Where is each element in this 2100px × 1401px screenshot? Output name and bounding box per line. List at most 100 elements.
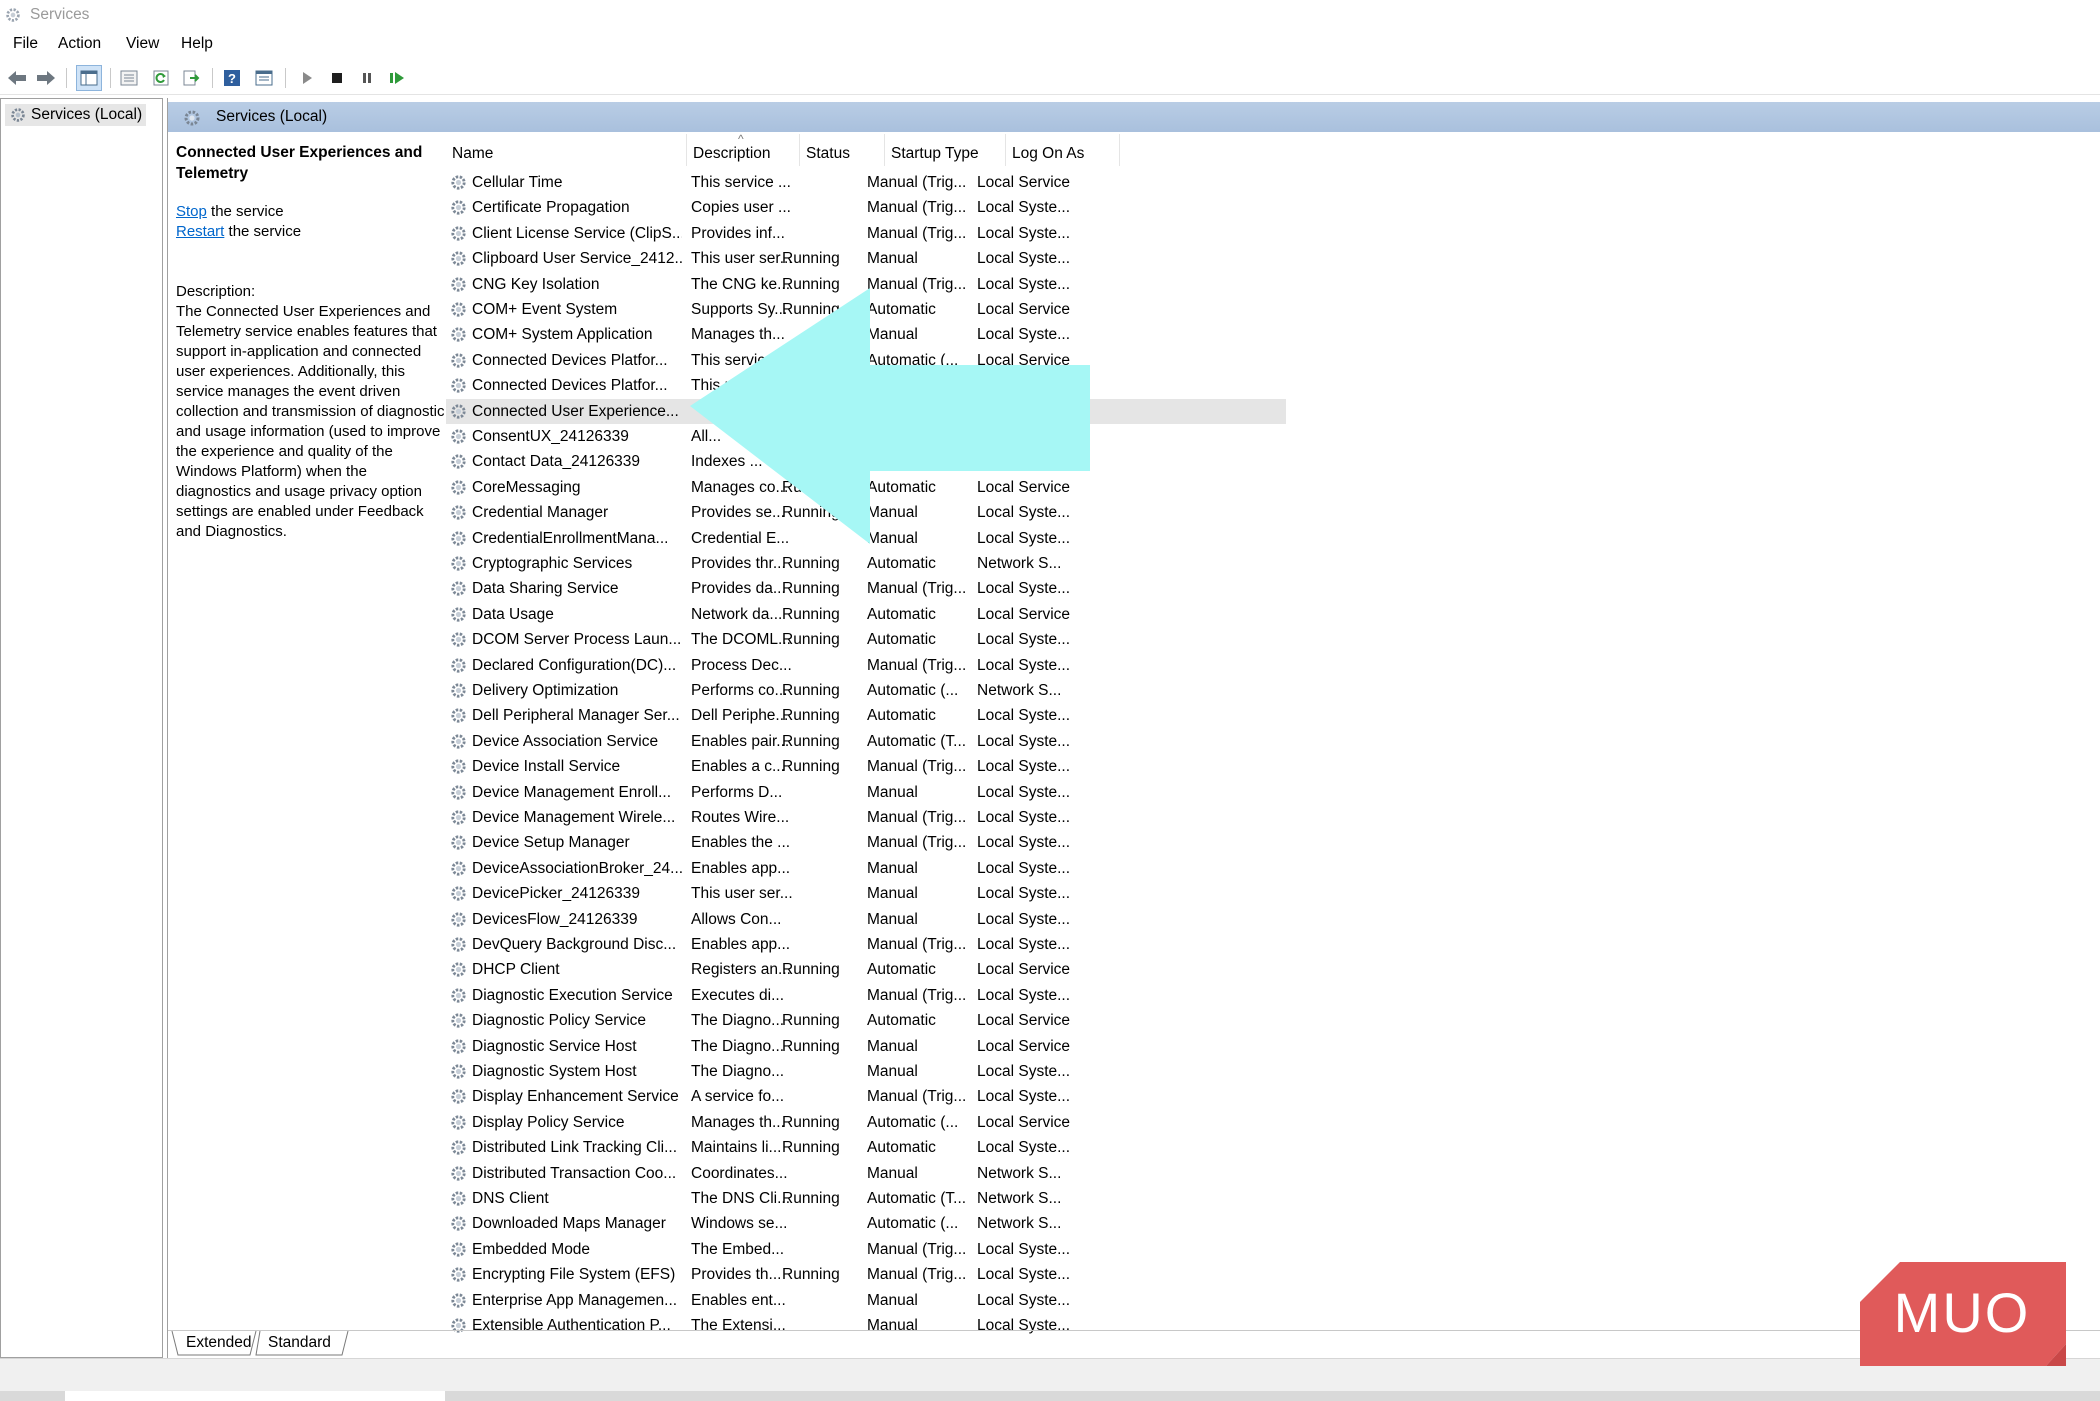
service-description: Enables app... <box>691 936 791 953</box>
table-row[interactable]: Certificate Propagation Copies user ... Ma… <box>446 195 1286 220</box>
table-row[interactable]: DevQuery Background Disc... Enables app..… <box>446 932 1286 957</box>
pause-icon[interactable] <box>354 65 380 91</box>
service-gear-icon <box>449 757 468 776</box>
table-row[interactable]: Diagnostic Policy Service The Diagno... Ru… <box>446 1008 1286 1033</box>
export-icon[interactable] <box>178 65 204 91</box>
service-status: Running <box>782 1037 840 1055</box>
table-row[interactable]: Diagnostic Service Host The Diagno... Runn… <box>446 1034 1286 1059</box>
service-startup-type: Manual <box>867 1164 918 1182</box>
table-row[interactable]: Device Association Service Enables pair..… <box>446 729 1286 754</box>
table-row[interactable]: DNS Client The DNS Cli... Running Automatic… <box>446 1186 1286 1211</box>
service-log-on-as: Local Service <box>977 1113 1071 1131</box>
table-row[interactable]: DeviceAssociationBroker_24... Enables app… <box>446 856 1286 881</box>
stop-link[interactable]: Stop <box>176 203 207 220</box>
column-header-log-on-as[interactable]: Log On As <box>1006 134 1120 166</box>
service-status: Running <box>782 555 840 572</box>
table-row[interactable]: Dell Peripheral Manager Ser... Dell Perip… <box>446 703 1286 728</box>
table-row[interactable]: Device Management Enroll... Performs D...… <box>446 780 1286 805</box>
service-gear-icon <box>449 249 468 268</box>
service-gear-icon <box>449 427 468 446</box>
service-name: Encrypting File System (EFS) <box>472 1266 676 1284</box>
toolbar: ? <box>0 62 2100 95</box>
menu-file[interactable]: File <box>13 35 38 53</box>
tab-standard[interactable]: Standard <box>260 1331 339 1355</box>
service-description: Allows Con... <box>691 910 782 928</box>
column-header-startup-type[interactable]: Startup Type <box>885 134 1006 166</box>
console-tree-icon[interactable] <box>76 65 102 91</box>
table-row[interactable]: Distributed Transaction Coo... Coordinate… <box>446 1161 1286 1186</box>
restart-link[interactable]: Restart <box>176 223 224 240</box>
restart-icon[interactable] <box>384 65 410 91</box>
column-header-name[interactable]: Name <box>446 134 687 166</box>
services-pane: Services (Local) Connected User Experien… <box>167 98 2100 1358</box>
properties-icon[interactable] <box>116 65 142 91</box>
table-row[interactable]: Device Install Service Enables a c... Runn… <box>446 754 1286 779</box>
service-log-on-as: Local Service <box>977 961 1071 979</box>
menu-view[interactable]: View <box>126 35 159 53</box>
service-name: Enterprise App Managemen... <box>472 1291 678 1309</box>
service-startup-type: Manual (Trig... <box>867 1266 967 1284</box>
table-row[interactable]: Extensible Authentication P... The Extens… <box>446 1313 1286 1338</box>
table-row[interactable]: Diagnostic Execution Service Executes di.… <box>446 983 1286 1008</box>
table-row[interactable]: Data Sharing Service Provides da... Runnin… <box>446 576 1286 601</box>
table-row[interactable]: Cryptographic Services Provides thr... Run… <box>446 551 1286 576</box>
service-gear-icon <box>449 910 468 929</box>
stop-link-suffix: the service <box>206 203 284 220</box>
column-header-status[interactable]: Status <box>800 134 885 166</box>
table-row[interactable]: Encrypting File System (EFS) Provides th.… <box>446 1262 1286 1287</box>
table-row[interactable]: DCOM Server Process Laun... The DCOML... R… <box>446 627 1286 652</box>
service-name: Data Sharing Service <box>472 580 619 598</box>
forward-icon[interactable] <box>33 65 59 91</box>
service-name: Embedded Mode <box>472 1240 591 1258</box>
table-row[interactable]: Display Policy Service Manages th... Runni… <box>446 1110 1286 1135</box>
stop-icon[interactable] <box>324 65 350 91</box>
refresh-icon[interactable] <box>148 65 174 91</box>
view-icon[interactable] <box>251 65 277 91</box>
start-icon[interactable] <box>294 65 320 91</box>
table-row[interactable]: Cellular Time This service ... Manual (Tri… <box>446 170 1286 195</box>
table-row[interactable]: Enterprise App Managemen... Enables ent..… <box>446 1288 1286 1313</box>
services-gear-icon <box>11 108 25 122</box>
service-gear-icon <box>449 452 468 471</box>
service-description: Enables ent... <box>691 1291 786 1309</box>
table-row[interactable]: DHCP Client Registers an... Running Automat… <box>446 957 1286 982</box>
service-name: Device Setup Manager <box>472 834 630 852</box>
back-icon[interactable] <box>4 65 30 91</box>
service-description: Enables app... <box>691 859 791 877</box>
table-row[interactable]: Declared Configuration(DC)... Process Dec… <box>446 653 1286 678</box>
table-row[interactable]: Data Usage Network da... Running Automatic L… <box>446 602 1286 627</box>
service-gear-icon <box>449 1265 468 1284</box>
menu-help[interactable]: Help <box>181 35 213 53</box>
service-name: Connected Devices Platfor... <box>472 351 668 369</box>
help-icon[interactable]: ? <box>219 65 245 91</box>
table-row[interactable]: Embedded Mode The Embed... Manual (Trig...… <box>446 1237 1286 1262</box>
table-row[interactable]: Diagnostic System Host The Diagno... Manua… <box>446 1059 1286 1084</box>
table-row[interactable]: DevicePicker_24126339 This user ser... Man… <box>446 881 1286 906</box>
table-row[interactable]: Delivery Optimization Performs co... Runni… <box>446 678 1286 703</box>
service-status: Running <box>782 1113 840 1131</box>
table-row[interactable]: Display Enhancement Service A service fo.… <box>446 1084 1286 1109</box>
table-row[interactable]: Device Setup Manager Enables the ... Manua… <box>446 830 1286 855</box>
table-row[interactable]: Downloaded Maps Manager Windows se... Auto… <box>446 1211 1286 1236</box>
menu-action[interactable]: Action <box>58 35 101 53</box>
service-status: Running <box>782 707 840 725</box>
column-header-description[interactable]: Description <box>687 134 800 166</box>
service-log-on-as: Network S... <box>977 1190 1062 1207</box>
service-description: Copies user ... <box>691 199 791 217</box>
table-row[interactable]: Distributed Link Tracking Cli... Maintain… <box>446 1135 1286 1160</box>
service-gear-icon <box>449 554 468 573</box>
service-name: Connected User Experience... <box>472 402 679 420</box>
service-name: Diagnostic Service Host <box>472 1037 637 1055</box>
service-gear-icon <box>449 300 468 319</box>
table-row[interactable]: Client License Service (ClipS... Provides… <box>446 221 1286 246</box>
service-gear-icon <box>449 986 468 1005</box>
tree-node-services-local[interactable]: Services (Local) <box>5 104 147 126</box>
service-name: Contact Data_24126339 <box>472 453 641 471</box>
service-startup-type: Manual (Trig... <box>867 224 967 242</box>
table-row[interactable]: DevicesFlow_24126339 Allows Con... Manual L… <box>446 907 1286 932</box>
table-row[interactable]: Device Management Wirele... Routes Wire..… <box>446 805 1286 830</box>
table-row[interactable]: Clipboard User Service_2412... This user … <box>446 246 1286 271</box>
service-name: Client License Service (ClipS... <box>472 224 682 242</box>
tab-extended[interactable]: Extended <box>178 1331 260 1355</box>
service-gear-icon <box>449 1189 468 1208</box>
